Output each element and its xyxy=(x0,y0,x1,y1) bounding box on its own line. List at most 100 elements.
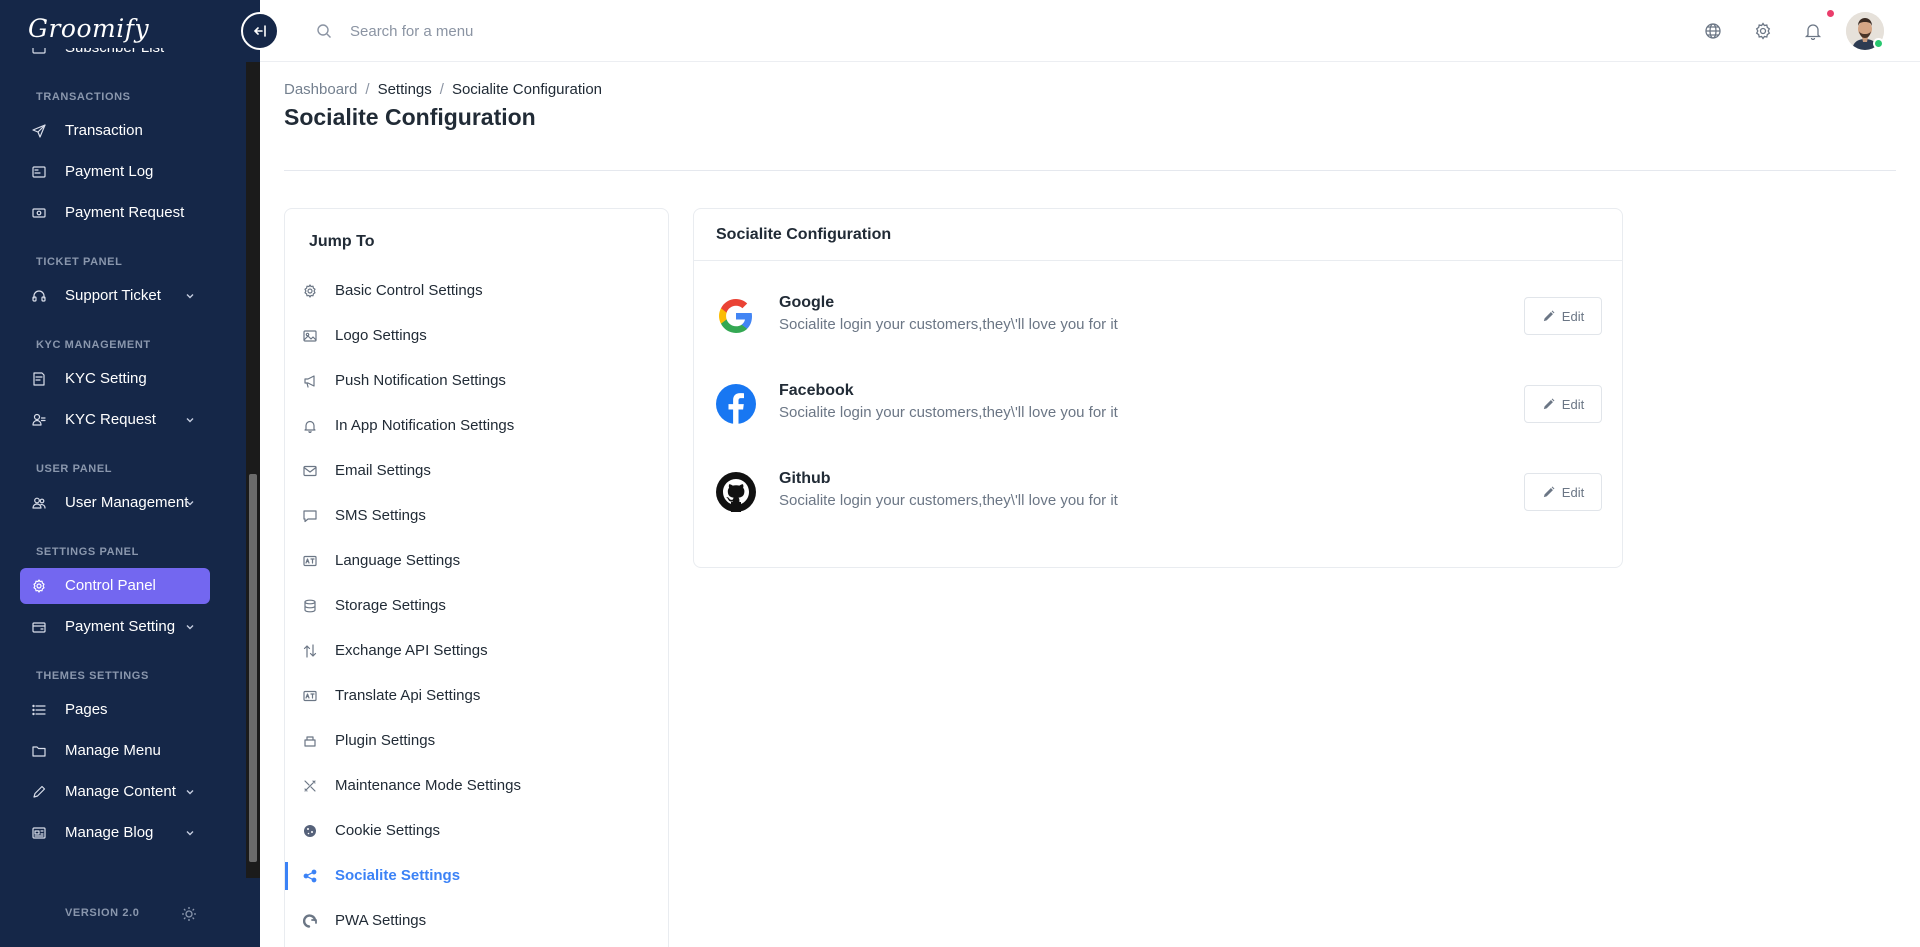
topbar xyxy=(260,0,1920,62)
wallet-icon xyxy=(32,622,46,633)
jump-to-translate-api-settings[interactable]: Translate Api Settings xyxy=(285,676,668,716)
sidebar-nav: Subscriber List TRANSACTIONS Transaction Pa… xyxy=(0,48,246,878)
jump-to-label: Email Settings xyxy=(335,462,431,479)
share-icon xyxy=(303,869,317,883)
jump-to-maintenance-mode-settings[interactable]: Maintenance Mode Settings xyxy=(285,766,668,806)
jump-to-logo-settings[interactable]: Logo Settings xyxy=(285,316,668,356)
chevron-down-icon xyxy=(186,418,194,423)
chevron-down-icon xyxy=(186,501,194,506)
jump-to-label: Logo Settings xyxy=(335,327,427,344)
breadcrumb-settings[interactable]: Settings xyxy=(378,81,432,98)
sidebar-scrollbar-thumb[interactable] xyxy=(249,474,257,862)
sidebar-item-label: Payment Log xyxy=(65,163,154,180)
chevron-down-icon xyxy=(186,294,194,299)
edit-google-button[interactable]: Edit xyxy=(1524,297,1602,335)
pwa-icon xyxy=(303,914,317,928)
jump-to-title: Jump To xyxy=(309,233,375,250)
arrows-up-down-icon xyxy=(303,644,317,658)
jump-to-socialite-settings[interactable]: Socialite Settings xyxy=(285,856,668,896)
sidebar-item-support-ticket[interactable]: Support Ticket xyxy=(20,278,210,314)
provider-name: Facebook xyxy=(779,382,854,399)
chat-icon xyxy=(303,510,317,523)
sidebar-item-manage-blog[interactable]: Manage Blog xyxy=(20,815,210,851)
jump-to-pwa-settings[interactable]: PWA Settings xyxy=(285,901,668,941)
chevron-down-icon xyxy=(186,831,194,836)
jump-to-label: Cookie Settings xyxy=(335,822,441,839)
sidebar-item-subscriber-list[interactable]: Subscriber List xyxy=(20,48,210,66)
jump-to-in-app-notification-settings[interactable]: In App Notification Settings xyxy=(285,406,668,446)
translate-icon xyxy=(303,690,317,702)
sidebar-item-label: Manage Menu xyxy=(65,742,161,759)
socialite-card: Socialite Configuration Google Socialite … xyxy=(693,208,1623,568)
sidebar-item-pages[interactable]: Pages xyxy=(20,692,210,728)
jump-to-push-notification-settings[interactable]: Push Notification Settings xyxy=(285,361,668,401)
chevron-down-icon xyxy=(186,790,194,795)
sidebar-item-label: Manage Content xyxy=(65,783,176,800)
sidebar-item-label: Control Panel xyxy=(65,577,156,594)
plugin-icon xyxy=(304,736,316,747)
jump-to-label: SMS Settings xyxy=(335,507,426,524)
app-logo[interactable]: Groomify xyxy=(28,14,149,43)
jump-to-label: Exchange API Settings xyxy=(335,642,488,659)
jump-to-storage-settings[interactable]: Storage Settings xyxy=(285,586,668,626)
provider-name: Google xyxy=(779,294,835,311)
sidebar-item-label: User Management xyxy=(65,494,189,511)
jump-to-card: Jump To Basic Control Settings Logo Setti… xyxy=(284,208,669,947)
jump-to-label: In App Notification Settings xyxy=(335,417,515,434)
breadcrumb-dashboard[interactable]: Dashboard xyxy=(284,81,357,98)
sidebar-item-payment-setting[interactable]: Payment Setting xyxy=(20,609,210,645)
search-icon xyxy=(317,24,331,38)
provider-row-google: Google Socialite login your customers,the… xyxy=(694,286,1622,346)
database-icon xyxy=(304,599,316,613)
breadcrumb: Dashboard / Settings / Socialite Configurati… xyxy=(284,81,602,98)
user-check-icon xyxy=(32,413,46,426)
chevron-down-icon xyxy=(186,625,194,630)
sidebar-item-label: Transaction xyxy=(65,122,143,139)
bell-icon[interactable] xyxy=(1804,22,1822,40)
jump-to-basic-control-settings[interactable]: Basic Control Settings xyxy=(285,271,668,311)
sidebar-section-label: USER PANEL xyxy=(36,463,113,475)
sidebar-item-manage-content[interactable]: Manage Content xyxy=(20,774,210,810)
pencil-icon xyxy=(1543,398,1555,409)
sidebar-item-transaction[interactable]: Transaction xyxy=(20,113,210,149)
edit-button-label: Edit xyxy=(1561,484,1585,500)
theme-toggle-sun-icon[interactable] xyxy=(181,906,197,922)
sidebar-item-control-panel[interactable]: Control Panel xyxy=(20,568,210,604)
sidebar-item-kyc-setting[interactable]: KYC Setting xyxy=(20,361,210,397)
jump-to-label: Push Notification Settings xyxy=(335,372,506,389)
socialite-card-title: Socialite Configuration xyxy=(716,226,892,243)
sidebar-section-label: SETTINGS PANEL xyxy=(36,546,139,558)
sidebar-item-kyc-request[interactable]: KYC Request xyxy=(20,402,210,438)
online-status-dot xyxy=(1873,38,1884,49)
gear-icon[interactable] xyxy=(1754,22,1772,40)
gear-icon xyxy=(304,284,316,298)
sidebar-item-label: Payment Request xyxy=(65,204,185,221)
jump-to-label: Language Settings xyxy=(335,552,461,569)
edit-github-button[interactable]: Edit xyxy=(1524,473,1602,511)
jump-to-language-settings[interactable]: Language Settings xyxy=(285,541,668,581)
sidebar-item-label: Manage Blog xyxy=(65,824,154,841)
sidebar-section-label: THEMES SETTINGS xyxy=(36,670,149,682)
money-icon xyxy=(32,208,46,218)
megaphone-icon xyxy=(304,375,315,388)
sidebar-item-payment-request[interactable]: Payment Request xyxy=(20,195,210,231)
sidebar-item-label: Subscriber List xyxy=(65,48,164,56)
jump-to-cookie-settings[interactable]: Cookie Settings xyxy=(285,811,668,851)
sidebar-item-user-management[interactable]: User Management xyxy=(20,485,210,521)
breadcrumb-separator: / xyxy=(365,81,370,98)
sidebar-item-manage-menu[interactable]: Manage Menu xyxy=(20,733,210,769)
sidebar-section-label: TRANSACTIONS xyxy=(36,91,131,103)
sidebar-item-payment-log[interactable]: Payment Log xyxy=(20,154,210,190)
jump-to-email-settings[interactable]: Email Settings xyxy=(285,451,668,491)
jump-to-label: Basic Control Settings xyxy=(335,282,483,299)
breadcrumb-current: Socialite Configuration xyxy=(451,81,603,98)
provider-description: Socialite login your customers,they\'ll … xyxy=(779,492,1118,509)
jump-to-exchange-api-settings[interactable]: Exchange API Settings xyxy=(285,631,668,671)
globe-icon[interactable] xyxy=(1704,22,1722,40)
jump-to-sms-settings[interactable]: SMS Settings xyxy=(285,496,668,536)
search-input[interactable] xyxy=(350,18,750,44)
sidebar-collapse-button[interactable] xyxy=(241,12,279,50)
jump-to-plugin-settings[interactable]: Plugin Settings xyxy=(285,721,668,761)
edit-facebook-button[interactable]: Edit xyxy=(1524,385,1602,423)
sidebar-item-label: Payment Setting xyxy=(65,618,176,635)
